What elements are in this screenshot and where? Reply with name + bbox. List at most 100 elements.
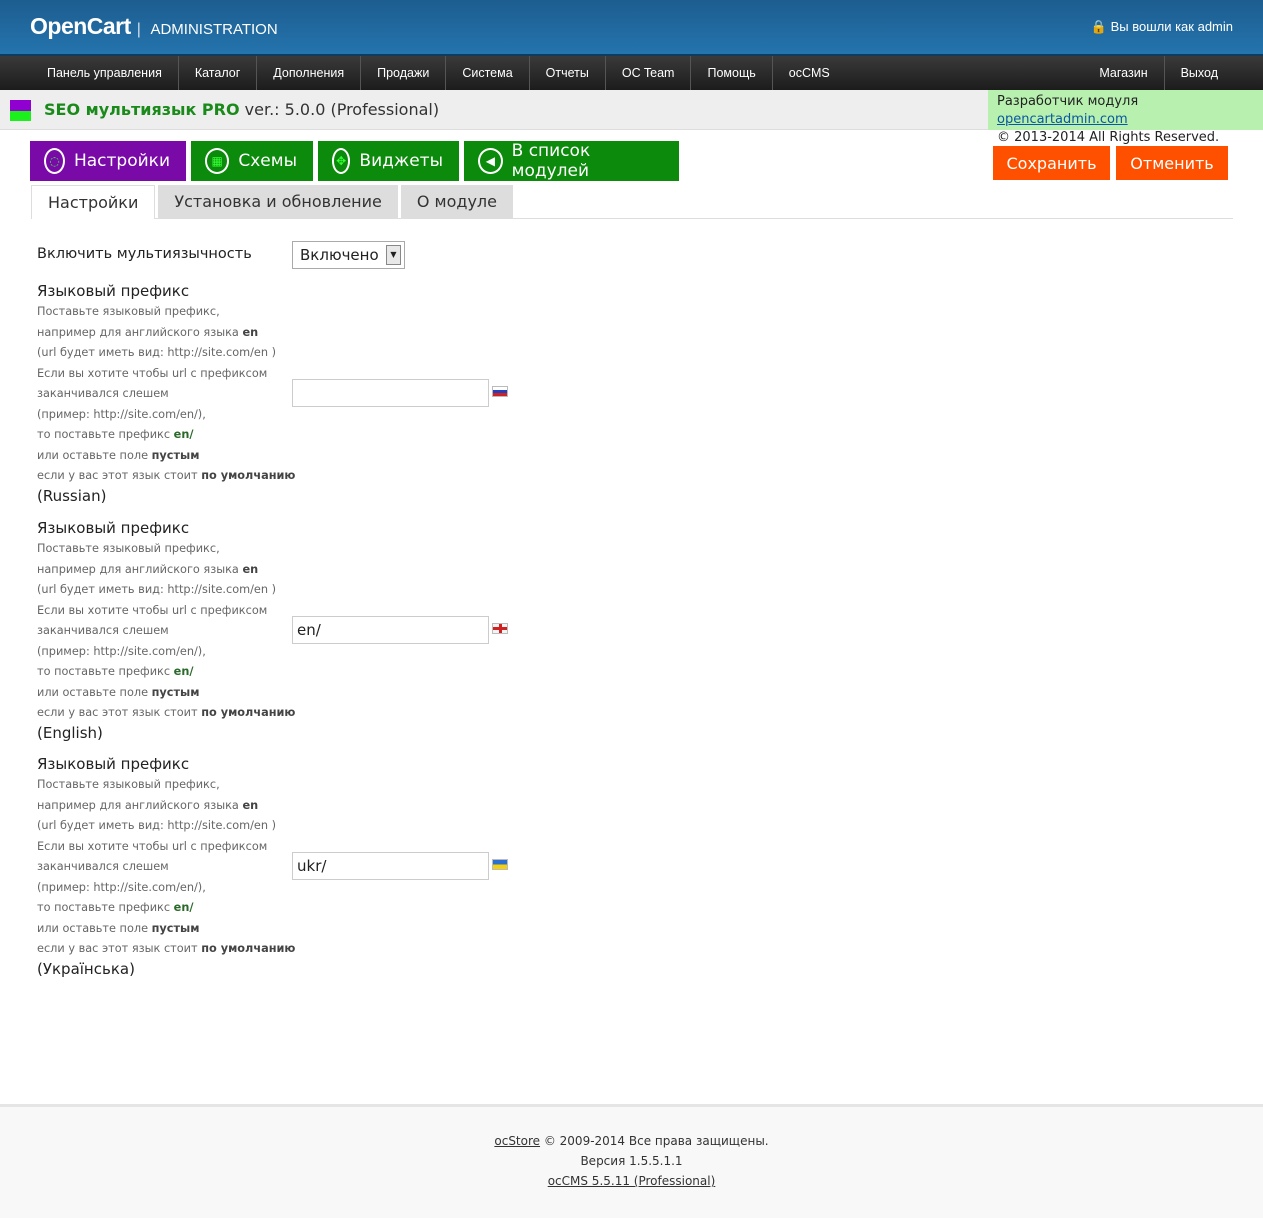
help-line: Поставьте языковый префикс, bbox=[37, 539, 557, 560]
menu-item[interactable]: Магазин bbox=[1083, 56, 1163, 90]
help-line: например для английского языка en bbox=[37, 560, 557, 581]
schemes-button[interactable]: ▦ Схемы bbox=[191, 141, 313, 181]
prefix-input[interactable]: en/ bbox=[292, 616, 489, 644]
module-icon bbox=[10, 100, 31, 121]
logo[interactable]: OpenCart | ADMINISTRATION bbox=[30, 13, 278, 40]
module-titlebar: SEO мультиязык PRO ver.: 5.0.0 (Professi… bbox=[0, 90, 1263, 145]
menu-item[interactable]: Панель управления bbox=[31, 56, 178, 90]
multilang-select[interactable]: Включено ▼ bbox=[292, 241, 405, 269]
help-line: то поставьте префикс en/ bbox=[37, 662, 557, 683]
help-line: например для английского языка en bbox=[37, 796, 557, 817]
help-line: Поставьте языковый префикс, bbox=[37, 775, 557, 796]
prefix-label: Языковый префикс bbox=[37, 519, 190, 537]
menu-item[interactable]: Система bbox=[445, 56, 528, 90]
language-prefix-block: Языковый префикс Поставьте языковый префи… bbox=[37, 519, 557, 744]
multilang-label: Включить мультиязычность bbox=[37, 246, 252, 262]
language-prefix-block: Языковый префикс Поставьте языковый префи… bbox=[37, 755, 557, 980]
help-line: например для английского языка en bbox=[37, 323, 557, 344]
language-name: (Russian) bbox=[37, 486, 107, 505]
menu-item[interactable]: Дополнения bbox=[256, 56, 360, 90]
help-text: Если вы хотите чтобы url с префиксом bbox=[37, 366, 268, 380]
occms-link[interactable]: ocCMS 5.5.11 (Professional) bbox=[548, 1174, 716, 1188]
widgets-button[interactable]: ✥ Виджеты bbox=[318, 141, 459, 181]
tab-install-update[interactable]: Установка и обновление bbox=[158, 185, 398, 218]
help-line: (пример: http://site.com/en/), bbox=[37, 642, 557, 663]
help-emphasis: en bbox=[242, 325, 259, 339]
menu-item[interactable]: OC Team bbox=[604, 56, 691, 90]
developer-info: Разработчик модуля opencartadmin.com © 20… bbox=[988, 90, 1263, 145]
help-line: если у вас этот язык стоит по умолчанию bbox=[37, 703, 557, 724]
help-line: если у вас этот язык стоит по умолчанию bbox=[37, 466, 557, 487]
chevron-down-icon: ▼ bbox=[386, 245, 401, 265]
menu-item[interactable]: Каталог bbox=[177, 56, 256, 90]
help-text: или оставьте поле bbox=[37, 685, 152, 699]
help-text: заканчивался слешем bbox=[37, 860, 169, 873]
help-text: (пример: http://site.com/en/), bbox=[37, 644, 206, 658]
widgets-icon: ✥ bbox=[332, 148, 351, 174]
prefix-input-value: en/ bbox=[297, 621, 321, 639]
prefix-input-value: ukr/ bbox=[297, 857, 327, 875]
help-text: например для английского языка bbox=[37, 798, 243, 812]
help-line: (пример: http://site.com/en/), bbox=[37, 878, 557, 899]
tabs: Настройки Установка и обновление О модул… bbox=[31, 185, 1233, 219]
language-name: (Українська) bbox=[37, 959, 135, 978]
help-text: заканчивался слешем bbox=[37, 387, 169, 400]
help-text: Если вы хотите чтобы url с префиксом bbox=[37, 603, 268, 617]
help-text: (url будет иметь вид: http://site.com/en… bbox=[37, 819, 277, 832]
help-line: (пример: http://site.com/en/), bbox=[37, 405, 557, 426]
page-title: SEO мультиязык PRO ver.: 5.0.0 (Professi… bbox=[44, 100, 440, 119]
help-emphasis: en/ bbox=[173, 901, 194, 914]
help-line: (url будет иметь вид: http://site.com/en… bbox=[37, 580, 557, 601]
help-text: если у вас этот язык стоит bbox=[37, 942, 202, 955]
menu-item[interactable]: Отчеты bbox=[528, 56, 605, 90]
help-text: Если вы хотите чтобы url с префиксом bbox=[37, 839, 268, 853]
help-emphasis: по умолчанию bbox=[201, 706, 296, 719]
help-text: (пример: http://site.com/en/), bbox=[37, 407, 206, 421]
help-text: или оставьте поле bbox=[37, 448, 152, 462]
prefix-input[interactable]: ukr/ bbox=[292, 852, 489, 880]
footer: ocStore © 2009-2014 Все права защищены. … bbox=[0, 1104, 1263, 1218]
settings-button[interactable]: ◌ Настройки bbox=[30, 141, 186, 181]
help-text: Поставьте языковый префикс, bbox=[37, 542, 220, 555]
help-line: Поставьте языковый префикс, bbox=[37, 302, 557, 323]
menu-item[interactable]: Выход bbox=[1163, 56, 1234, 90]
help-emphasis: пустым bbox=[151, 921, 200, 935]
menu-item[interactable]: Продажи bbox=[360, 56, 445, 90]
back-arrow-icon: ◀ bbox=[478, 148, 503, 174]
login-status: 🔒 Вы вошли как admin bbox=[1090, 19, 1233, 34]
help-text: если у вас этот язык стоит bbox=[37, 706, 202, 719]
ru-flag-icon bbox=[492, 386, 508, 397]
tab-settings[interactable]: Настройки bbox=[31, 185, 156, 219]
help-line: или оставьте поле пустым bbox=[37, 683, 557, 704]
language-prefix-block: Языковый префикс Поставьте языковый префи… bbox=[37, 282, 557, 507]
tab-about[interactable]: О модуле bbox=[400, 185, 513, 218]
help-emphasis: по умолчанию bbox=[201, 469, 296, 482]
help-text: например для английского языка bbox=[37, 325, 243, 339]
help-emphasis: en/ bbox=[173, 428, 194, 441]
developer-link[interactable]: opencartadmin.com bbox=[997, 112, 1128, 127]
help-text: то поставьте префикс bbox=[37, 428, 174, 441]
help-text: например для английского языка bbox=[37, 562, 243, 576]
help-emphasis: en bbox=[242, 798, 259, 812]
language-name: (English) bbox=[37, 723, 103, 742]
help-text: то поставьте префикс bbox=[37, 901, 174, 914]
help-line: (url будет иметь вид: http://site.com/en… bbox=[37, 816, 557, 837]
help-emphasis: по умолчанию bbox=[201, 942, 296, 955]
help-emphasis: пустым bbox=[151, 448, 200, 462]
menu-item[interactable]: ocCMS bbox=[771, 56, 846, 90]
help-text: (url будет иметь вид: http://site.com/en… bbox=[37, 346, 277, 359]
help-line: то поставьте префикс en/ bbox=[37, 898, 557, 919]
main-menu: Панель управления Каталог Дополнения Продаж… bbox=[0, 56, 1263, 90]
help-text: то поставьте префикс bbox=[37, 665, 174, 678]
ocstore-link[interactable]: ocStore bbox=[494, 1134, 540, 1148]
module-list-button[interactable]: ◀ В список модулей bbox=[464, 141, 679, 181]
menu-item[interactable]: Помощь bbox=[690, 56, 771, 90]
prefix-input[interactable] bbox=[292, 379, 489, 407]
save-button[interactable]: Сохранить bbox=[993, 146, 1110, 180]
help-text: (url будет иметь вид: http://site.com/en… bbox=[37, 583, 277, 596]
help-emphasis: en bbox=[242, 562, 259, 576]
help-line: или оставьте поле пустым bbox=[37, 919, 557, 940]
lock-icon: 🔒 bbox=[1090, 19, 1107, 34]
header: OpenCart | ADMINISTRATION 🔒 Вы вошли как a… bbox=[0, 0, 1263, 56]
cancel-button[interactable]: Отменить bbox=[1116, 146, 1228, 180]
